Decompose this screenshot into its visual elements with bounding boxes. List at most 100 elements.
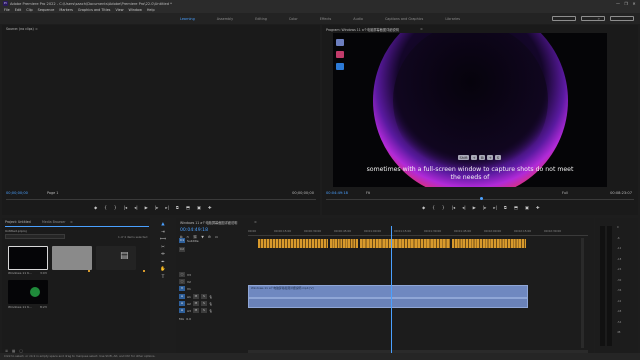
track-target-toggle[interactable]: V <box>179 286 185 291</box>
captions-icon[interactable]: ▭ <box>215 235 218 239</box>
mute-button[interactable]: M <box>192 301 199 306</box>
workspace-color[interactable]: Color <box>278 17 309 21</box>
go-to-in-icon[interactable]: |◂ <box>124 205 128 210</box>
voiceover-icon[interactable]: 🎙 <box>209 302 213 306</box>
time-ruler[interactable]: 00:00 00:00:15:00 00:00:30:00 00:00:45:0… <box>248 226 588 236</box>
mark-out-icon[interactable]: } <box>114 205 117 210</box>
overwrite-icon[interactable]: ⬒ <box>186 205 190 210</box>
hand-tool-icon[interactable]: ✋ <box>151 267 175 275</box>
minimize-button[interactable]: — <box>614 0 622 7</box>
voiceover-icon[interactable]: 🎙 <box>209 309 213 313</box>
caption-segment-group[interactable] <box>258 239 328 248</box>
mark-in-icon[interactable]: { <box>432 205 435 210</box>
pen-tool-icon[interactable]: ✒ <box>151 260 175 268</box>
project-item-thumbnail[interactable] <box>96 246 136 270</box>
source-timecode[interactable]: 00;00;00;00 <box>6 191 28 195</box>
tab-media-browser[interactable]: Media Browser <box>42 220 66 224</box>
marker-icon[interactable]: ◆ <box>94 205 97 210</box>
export-frame-icon[interactable]: ▣ <box>525 205 529 210</box>
step-back-icon[interactable]: ◂| <box>462 205 466 210</box>
track-target-toggle[interactable]: A <box>179 294 185 299</box>
solo-button[interactable]: S <box>200 308 207 313</box>
quick-export-icon[interactable] <box>581 16 605 21</box>
program-panel-menu-icon[interactable]: ≡ <box>420 27 423 31</box>
track-target-toggle[interactable]: A <box>179 308 185 313</box>
menu-sequence[interactable]: Sequence <box>38 8 55 12</box>
track-select-tool-icon[interactable]: ⇥ <box>151 230 175 238</box>
selection-tool-icon[interactable]: ▲ <box>151 222 175 230</box>
maximize-button[interactable]: ❐ <box>622 0 630 7</box>
track-toggle[interactable]: C2 <box>179 247 185 252</box>
mute-button[interactable]: M <box>192 308 199 313</box>
timeline-vertical-scrollbar[interactable] <box>581 238 584 348</box>
audio-waveform-clip[interactable] <box>248 298 528 308</box>
workspace-editing[interactable]: Editing <box>244 17 278 21</box>
type-tool-icon[interactable]: T <box>151 275 175 283</box>
voiceover-icon[interactable]: 🎙 <box>209 295 213 299</box>
fullscreen-icon[interactable] <box>610 16 634 21</box>
timeline-playhead[interactable] <box>391 226 392 358</box>
project-item-thumbnail[interactable] <box>52 246 92 270</box>
solo-button[interactable]: S <box>200 294 207 299</box>
play-icon[interactable]: ▶ <box>145 205 148 210</box>
workspace-captions[interactable]: Captions and Graphics <box>374 17 434 21</box>
timeline-timecode[interactable]: 00:04:49:18 <box>180 228 208 233</box>
project-clip-thumbnail[interactable] <box>8 280 48 304</box>
lift-icon[interactable]: ⧉ <box>504 205 507 210</box>
caption-track-toggle[interactable]: C1 <box>179 238 185 243</box>
close-button[interactable]: ✕ <box>630 0 638 7</box>
add-marker-icon[interactable]: ▼ <box>201 235 204 239</box>
menu-graphics[interactable]: Graphics and Titles <box>78 8 111 12</box>
menu-clip[interactable]: Clip <box>26 8 32 12</box>
extract-icon[interactable]: ⬒ <box>514 205 518 210</box>
menu-view[interactable]: View <box>115 8 123 12</box>
zoom-select[interactable]: Fit <box>366 191 370 195</box>
marker-icon[interactable]: ◆ <box>422 205 425 210</box>
home-icon[interactable] <box>552 16 576 21</box>
caption-segment-group[interactable] <box>330 239 358 248</box>
step-forward-icon[interactable]: |▸ <box>483 205 487 210</box>
tab-project[interactable]: Project: Untitled <box>5 220 31 224</box>
ripple-edit-tool-icon[interactable]: ⟺ <box>151 237 175 245</box>
razor-tool-icon[interactable]: ✂ <box>151 245 175 253</box>
go-to-in-icon[interactable]: |◂ <box>452 205 456 210</box>
program-playhead-marker[interactable] <box>480 197 483 200</box>
project-search-input[interactable] <box>5 234 65 239</box>
source-page-label[interactable]: Page 1 <box>47 191 58 195</box>
play-icon[interactable]: ▶ <box>473 205 476 210</box>
workspace-learning[interactable]: Learning <box>169 17 206 21</box>
program-monitor-tab[interactable]: Program: Windows 11 a个电脑屏幕截图详细说明 <box>326 27 399 32</box>
add-button-icon[interactable]: ✚ <box>208 205 212 210</box>
source-scrubber[interactable] <box>6 199 316 200</box>
track-target-toggle[interactable]: A <box>179 301 185 306</box>
step-forward-icon[interactable]: |▸ <box>155 205 159 210</box>
caption-segment-group[interactable] <box>360 239 450 248</box>
insert-icon[interactable]: ⧉ <box>176 205 179 210</box>
quality-select[interactable]: Full <box>562 191 568 195</box>
mute-button[interactable]: M <box>192 294 199 299</box>
workspace-audio[interactable]: Audio <box>342 17 374 21</box>
solo-button[interactable]: S <box>200 301 207 306</box>
timeline-panel-menu-icon[interactable]: ≡ <box>254 220 257 224</box>
caption-segments[interactable] <box>258 239 526 248</box>
workspace-libraries[interactable]: Libraries <box>434 17 471 21</box>
audio-clip[interactable]: Windows 11 a个电脑屏幕截图详细说明.mp4 [V] <box>248 285 528 298</box>
menu-window[interactable]: Window <box>129 8 142 12</box>
track-lock-toggle[interactable]: ▢ <box>179 272 185 277</box>
track-lock-toggle[interactable]: ▢ <box>179 279 185 284</box>
go-to-out-icon[interactable]: ▸| <box>165 205 169 210</box>
menu-edit[interactable]: Edit <box>15 8 22 12</box>
mix-value[interactable]: 0.0 <box>186 317 191 321</box>
export-frame-icon[interactable]: ▣ <box>197 205 201 210</box>
program-timecode[interactable]: 00:04:49:18 <box>326 191 348 195</box>
caption-segment-group[interactable] <box>452 239 526 248</box>
add-button-icon[interactable]: ✚ <box>536 205 540 210</box>
workspace-assembly[interactable]: Assembly <box>206 17 244 21</box>
go-to-out-icon[interactable]: ▸| <box>493 205 497 210</box>
menu-help[interactable]: Help <box>147 8 155 12</box>
menu-markers[interactable]: Markers <box>59 8 73 12</box>
slip-tool-icon[interactable]: ⇹ <box>151 252 175 260</box>
mark-in-icon[interactable]: { <box>104 205 107 210</box>
timeline-sequence-tab[interactable]: Windows 11 a个电脑屏幕截图详细说明 <box>180 220 237 225</box>
mark-out-icon[interactable]: } <box>442 205 445 210</box>
